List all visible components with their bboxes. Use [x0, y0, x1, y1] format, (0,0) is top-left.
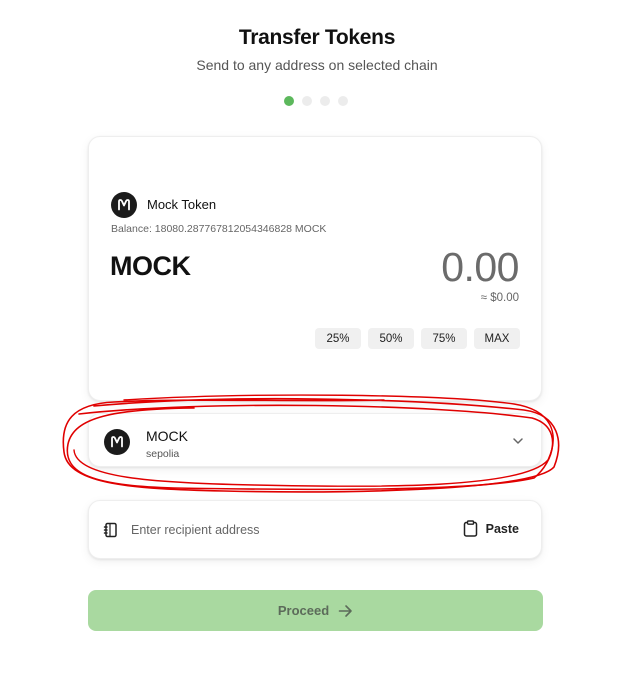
step-dot-1 — [284, 96, 294, 106]
token-amount-card: Mock Token Balance: 18080.28776781205434… — [88, 136, 542, 401]
token-name: Mock Token — [147, 197, 217, 212]
proceed-button[interactable]: Proceed — [88, 590, 543, 631]
selected-network: sepolia — [146, 448, 180, 460]
clipboard-icon — [463, 520, 477, 537]
token-symbol: MOCK — [110, 251, 191, 281]
paste-label: Paste — [485, 521, 519, 536]
usd-value: ≈ $0.00 — [480, 292, 519, 304]
step-dot-4 — [338, 96, 348, 106]
paste-button[interactable]: Paste — [463, 520, 519, 537]
percent-buttons: 25% 50% 75% MAX — [315, 328, 520, 349]
max-button[interactable]: MAX — [474, 328, 520, 349]
percent-50-button[interactable]: 50% — [368, 328, 414, 349]
recipient-card: Paste — [88, 500, 542, 559]
step-indicator — [284, 96, 348, 106]
address-book-icon[interactable] — [103, 522, 119, 538]
step-dot-2 — [302, 96, 312, 106]
selected-token-symbol: MOCK — [146, 428, 188, 444]
mock-token-logo-icon — [111, 192, 137, 218]
step-dot-3 — [320, 96, 330, 106]
chevron-down-icon[interactable] — [511, 434, 525, 448]
percent-75-button[interactable]: 75% — [421, 328, 467, 349]
page-subtitle: Send to any address on selected chain — [196, 57, 438, 73]
mock-token-logo-icon — [104, 429, 130, 455]
page-title: Transfer Tokens — [238, 26, 396, 49]
proceed-label: Proceed — [277, 603, 330, 618]
token-chain-selector[interactable]: MOCK sepolia — [88, 413, 542, 467]
arrow-right-icon — [338, 604, 352, 617]
amount-input[interactable]: 0.00 — [441, 244, 519, 291]
token-balance: Balance: 18080.287767812054346828 MOCK — [111, 223, 327, 235]
recipient-address-input[interactable] — [131, 519, 431, 541]
percent-25-button[interactable]: 25% — [315, 328, 361, 349]
